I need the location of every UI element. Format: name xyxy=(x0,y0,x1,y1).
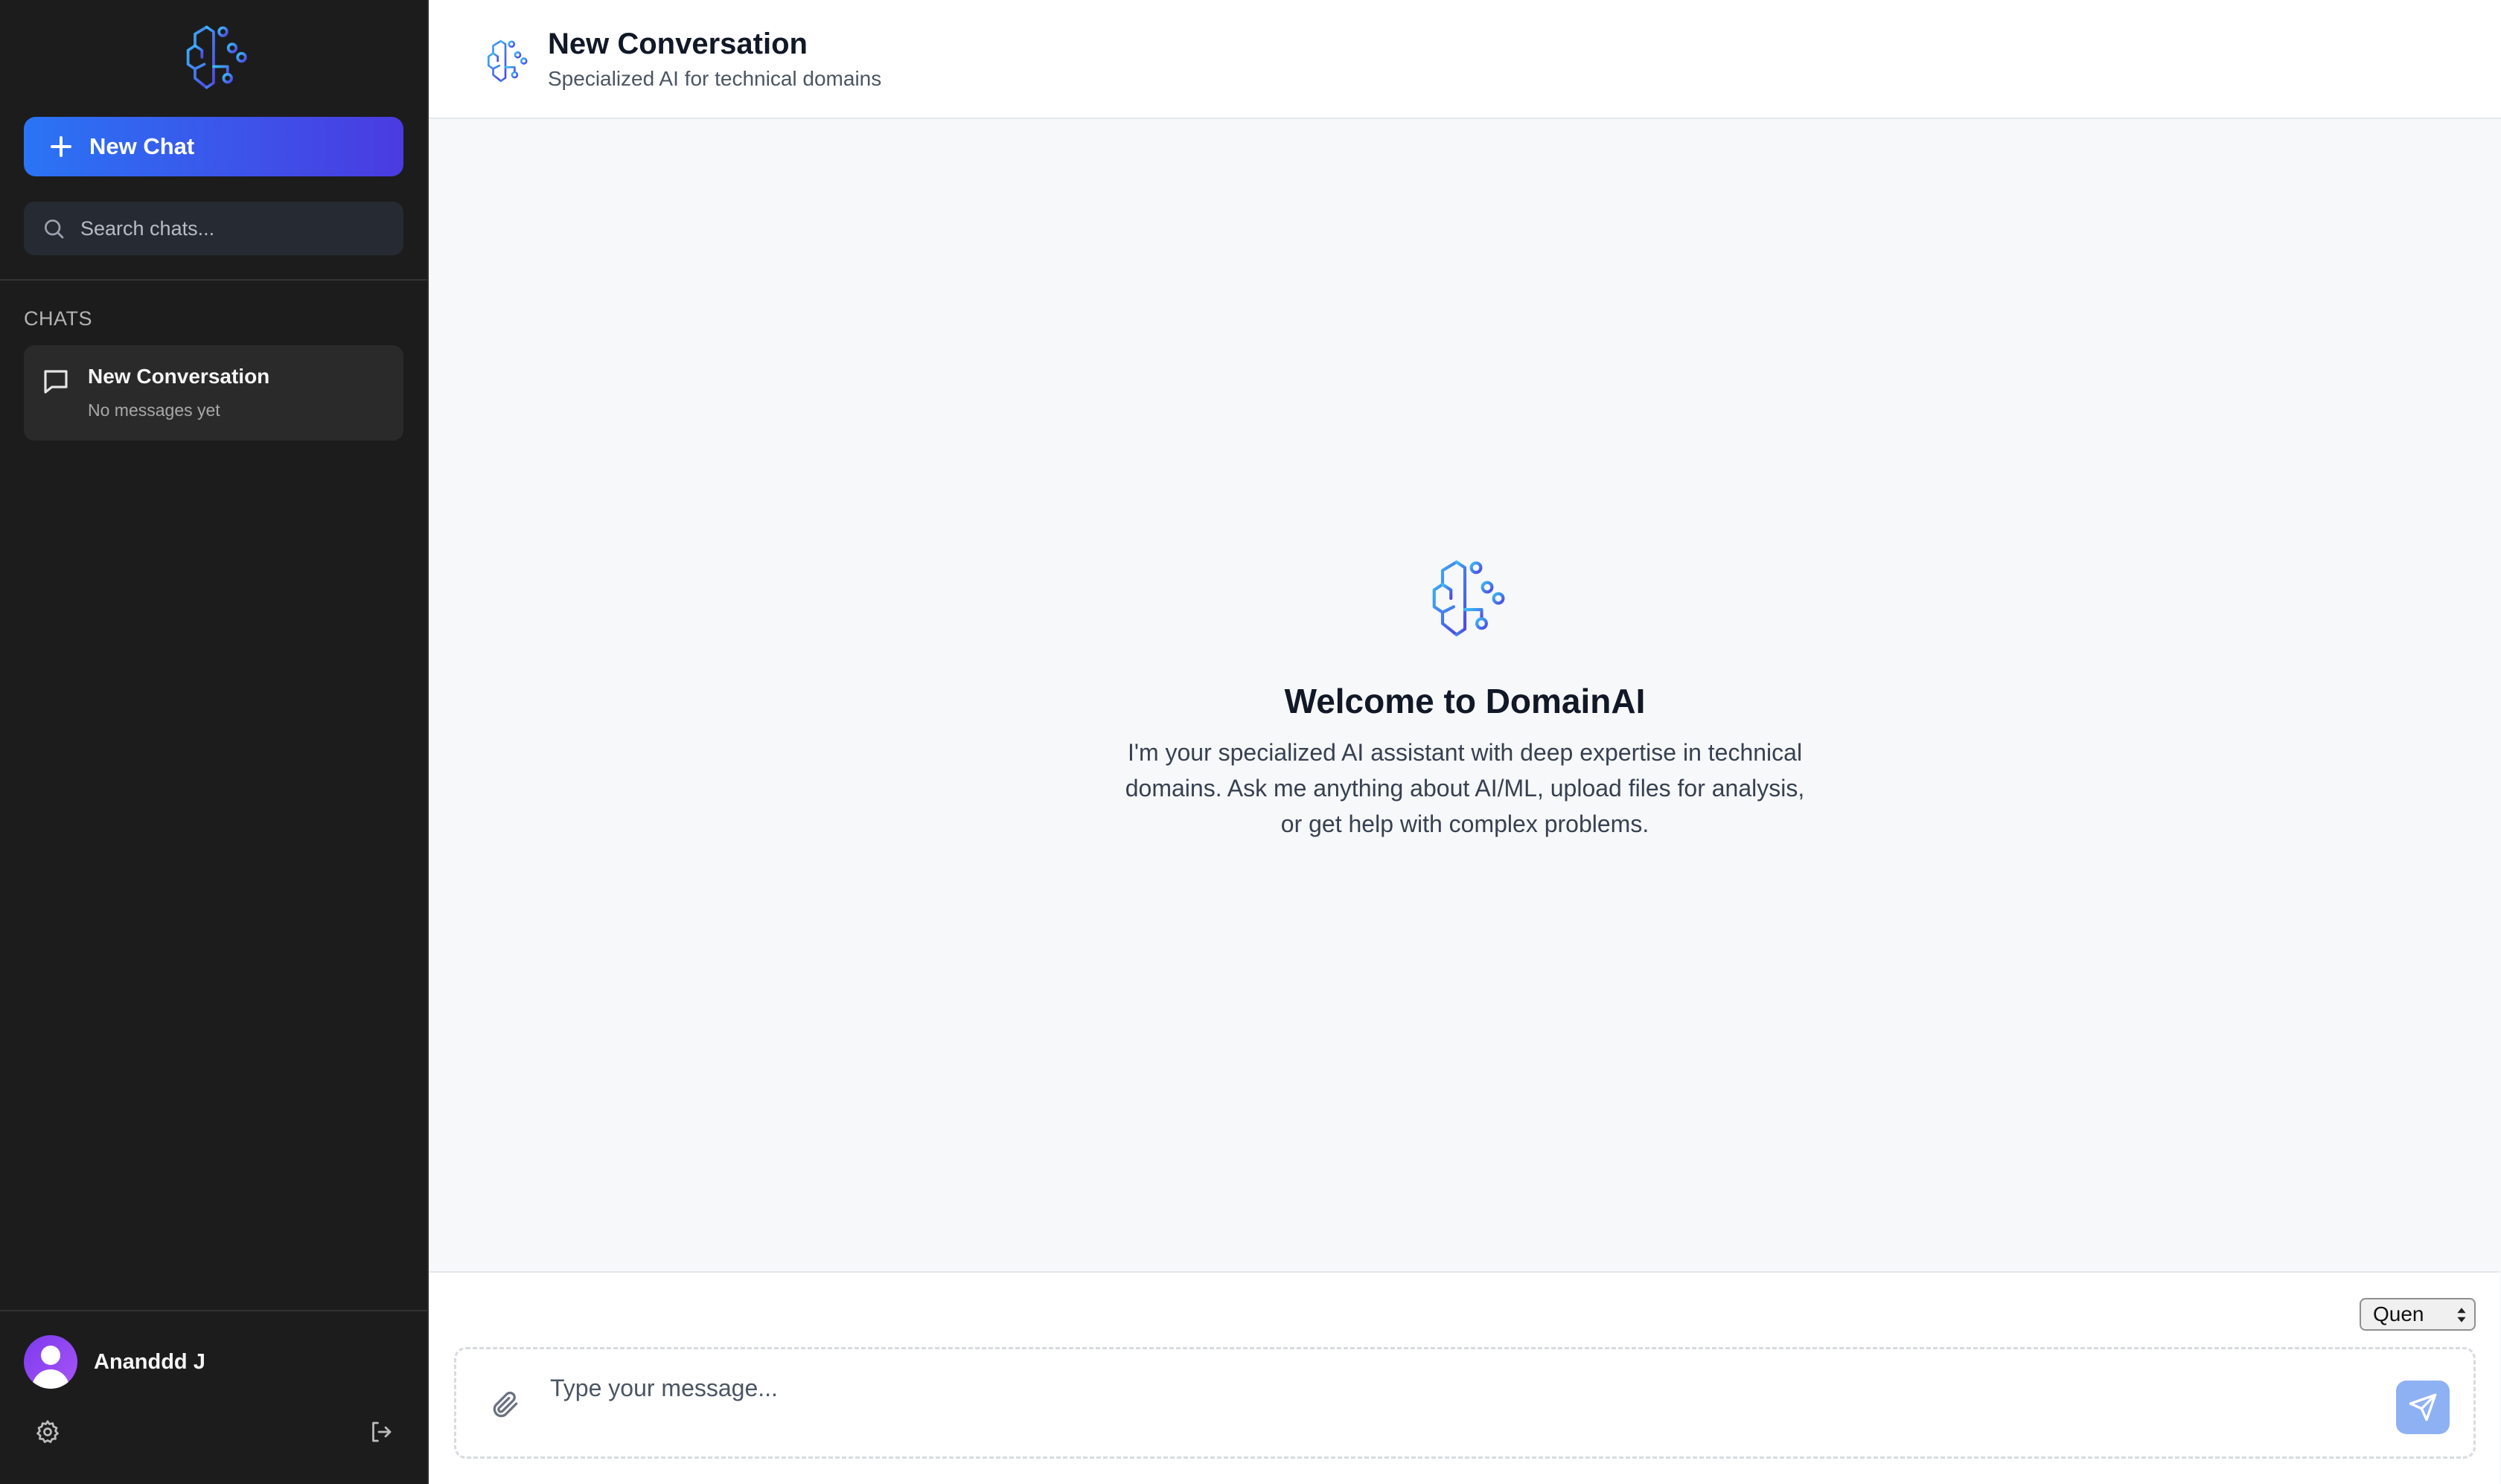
chat-item-subtitle: No messages yet xyxy=(88,400,220,420)
app-logo xyxy=(0,0,427,112)
chat-item-title: New Conversation xyxy=(88,365,270,388)
page-subtitle: Specialized AI for technical domains xyxy=(548,66,882,90)
logout-icon xyxy=(372,1421,392,1442)
message-input[interactable] xyxy=(550,1375,2322,1402)
message-square-icon xyxy=(44,370,68,394)
welcome-logo xyxy=(1420,552,1510,648)
send-button[interactable] xyxy=(2396,1381,2450,1434)
chats-section-label: CHATS xyxy=(24,307,93,330)
conversation-header: New Conversation Specialized AI for tech… xyxy=(429,0,2501,119)
gear-icon xyxy=(36,1420,59,1443)
chat-item-text: New Conversation No messages yet xyxy=(88,365,269,420)
sidebar: New Chat CHATS New Conversation No messa… xyxy=(0,0,429,1484)
new-chat-button[interactable]: New Chat xyxy=(24,117,403,176)
user-name: Ananddd J xyxy=(94,1349,205,1374)
model-select[interactable]: Quen xyxy=(2360,1298,2476,1331)
sidebar-footer: Ananddd J xyxy=(0,1310,427,1484)
search-input[interactable] xyxy=(80,217,378,240)
brain-circuit-icon xyxy=(186,25,247,89)
sidebar-footer-actions xyxy=(34,1419,395,1445)
brain-circuit-icon xyxy=(487,39,528,82)
new-chat-label: New Chat xyxy=(89,133,195,159)
search-box[interactable] xyxy=(24,202,403,255)
model-select-value: Quen xyxy=(2373,1302,2424,1325)
welcome-section: Welcome to DomainAI I'm your specialized… xyxy=(429,119,2501,1271)
message-composer: Quen xyxy=(429,1271,2500,1484)
select-arrows-icon xyxy=(2457,1308,2466,1323)
page-title: New Conversation xyxy=(548,27,808,60)
chat-list-item[interactable]: New Conversation No messages yet xyxy=(24,345,403,441)
main-panel: New Conversation Specialized AI for tech… xyxy=(429,0,2501,1484)
header-logo xyxy=(481,29,530,89)
logout-button[interactable] xyxy=(368,1419,395,1445)
settings-button[interactable] xyxy=(34,1419,61,1445)
paperclip-icon[interactable] xyxy=(489,1388,522,1421)
plus-icon xyxy=(49,135,73,159)
send-icon xyxy=(2409,1393,2437,1421)
brain-circuit-icon xyxy=(1432,560,1505,636)
sidebar-divider xyxy=(0,279,427,281)
avatar xyxy=(24,1335,77,1389)
user-profile[interactable]: Ananddd J xyxy=(24,1335,427,1389)
welcome-description: I'm your specialized AI assistant with d… xyxy=(1125,739,1805,837)
header-text: New Conversation Specialized AI for tech… xyxy=(548,28,881,91)
welcome-title: Welcome to DomainAI xyxy=(1284,682,1646,720)
search-icon xyxy=(45,220,64,239)
message-input-box xyxy=(454,1347,2476,1459)
